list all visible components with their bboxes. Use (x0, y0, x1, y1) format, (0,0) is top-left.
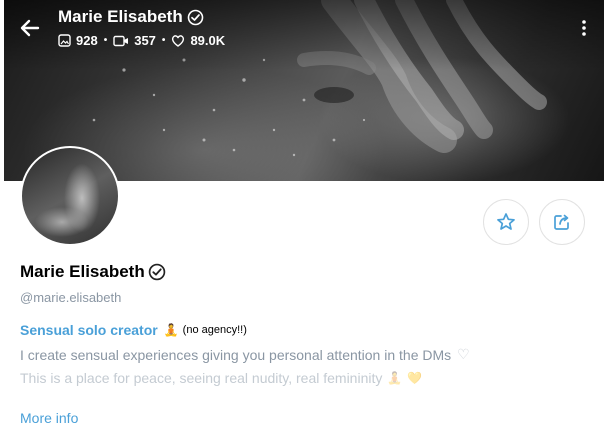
photos-count: 928 (58, 33, 98, 48)
header-stats: 928 • 357 • 89.0K (58, 33, 225, 48)
video-icon (113, 35, 129, 46)
share-icon (554, 214, 569, 230)
bio-heading-note: (no agency!!) (182, 324, 247, 336)
verified-badge-icon (187, 9, 204, 25)
videos-count: 357 (113, 33, 156, 48)
add-to-favorites-button[interactable] (483, 199, 529, 245)
heart-icon (172, 35, 185, 47)
avatar[interactable] (20, 146, 120, 246)
meditation-emoji-icon: 🧘 (163, 323, 179, 337)
image-icon (58, 34, 71, 47)
kebab-menu-icon (582, 20, 586, 36)
bio-heading: Sensual solo creator 🧘 (no agency!!) (20, 322, 247, 338)
stats-separator: • (161, 35, 166, 46)
verified-badge-icon (148, 263, 165, 281)
bio-line-2: This is a place for peace, seeing real n… (20, 370, 422, 386)
stats-separator: • (103, 35, 108, 46)
profile-handle: @marie.elisabeth (20, 290, 122, 305)
more-options-button[interactable] (574, 14, 594, 42)
header-title: Marie Elisabeth (58, 7, 204, 27)
videos-count-value: 357 (134, 33, 156, 48)
star-icon (497, 213, 515, 230)
yellow-heart-emoji-icon: 💛 (407, 371, 423, 385)
profile-name: Marie Elisabeth (20, 262, 166, 282)
photos-count-value: 928 (76, 33, 98, 48)
profile-name-text: Marie Elisabeth (20, 262, 145, 281)
bio-line-1-text: I create sensual experiences giving you … (20, 346, 452, 363)
bio-line-1: I create sensual experiences giving you … (20, 346, 470, 363)
arrow-left-icon (20, 19, 40, 37)
bio-heading-text: Sensual solo creator (20, 322, 158, 338)
header-title-text: Marie Elisabeth (58, 7, 183, 26)
back-button[interactable] (16, 14, 44, 42)
bio-line-2-text: This is a place for peace, seeing real n… (20, 370, 383, 386)
likes-count-value: 89.0K (190, 33, 226, 48)
meditation-emoji-icon: 🧘 (387, 371, 403, 385)
share-button[interactable] (539, 199, 585, 245)
likes-count: 89.0K (171, 33, 225, 48)
more-info-link[interactable]: More info (20, 410, 78, 426)
heart-outline-emoji-icon: ♡ (457, 346, 470, 362)
